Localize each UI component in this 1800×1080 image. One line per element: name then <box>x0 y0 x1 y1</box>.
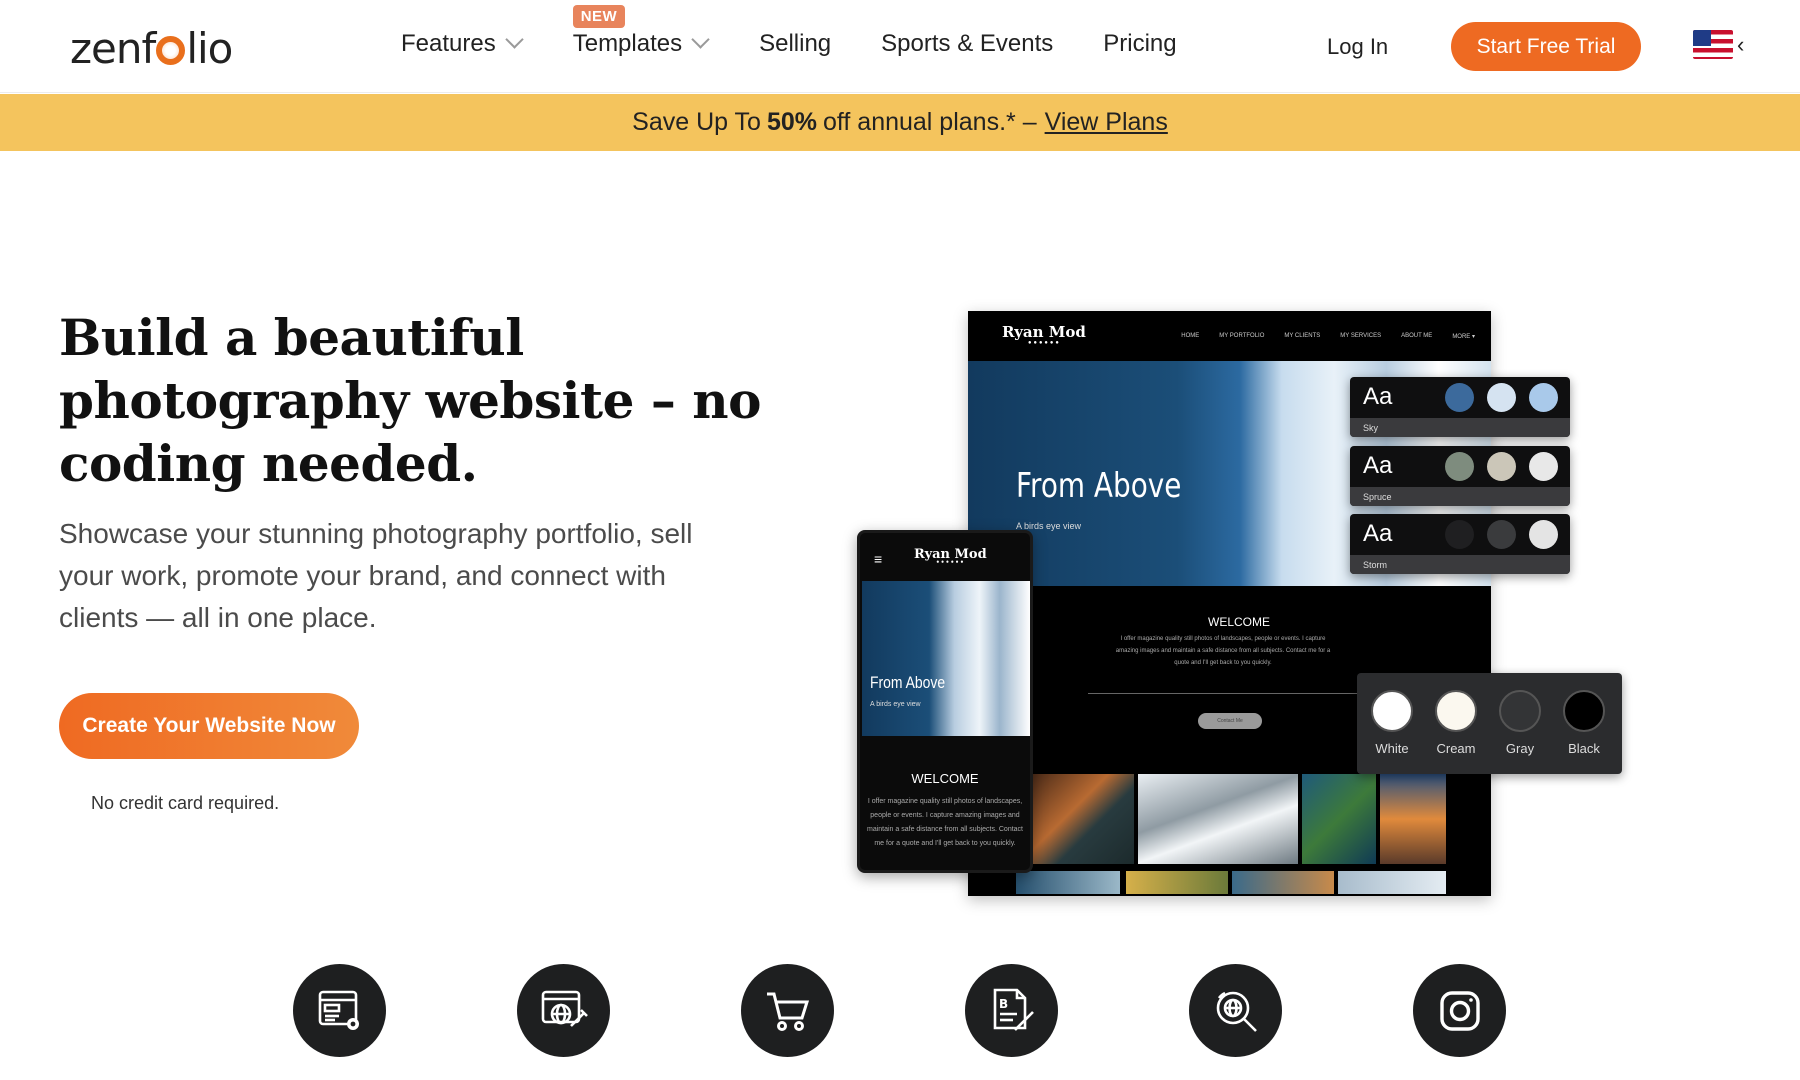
mockup-link: MORE ▾ <box>1452 334 1475 340</box>
theme-color-dot <box>1445 383 1474 412</box>
phone-hero-image: From Above A birds eye view <box>862 581 1030 736</box>
gallery-thumb-snow-road <box>1138 774 1298 864</box>
mockup-contact-button: Contact Me <box>1198 713 1262 729</box>
mockup-link: MY PORTFOLIO <box>1219 333 1265 339</box>
mockup-link: HOME <box>1181 333 1200 339</box>
start-free-trial-button[interactable]: Start Free Trial <box>1451 22 1641 71</box>
phone-brand: Ryan Mod <box>914 547 987 566</box>
menu-sports-label: Sports & Events <box>881 30 1054 57</box>
theme-name: Spruce <box>1350 487 1570 506</box>
gallery-thumb-row2 <box>1338 871 1446 894</box>
mockup-welcome: WELCOME <box>1208 615 1271 629</box>
swatch-white[interactable] <box>1371 690 1413 732</box>
mockup-link: ABOUT ME <box>1401 333 1433 339</box>
promo-suffix: off annual plans.* – <box>823 108 1037 136</box>
theme-color-dot <box>1487 452 1516 481</box>
menu-item-templates[interactable]: NEW Templates <box>572 5 710 58</box>
phone-hero-subtitle: A birds eye view <box>870 701 921 708</box>
mockup-brand: Ryan Mod <box>1002 323 1086 347</box>
logo-text-part2: f <box>141 23 157 73</box>
view-plans-link[interactable]: View Plans <box>1045 108 1168 137</box>
login-link[interactable]: Log In <box>1327 34 1388 60</box>
menu-templates-label: Templates <box>572 30 683 57</box>
mockup-links: HOME MY PORTFOLIO MY CLIENTS MY SERVICES… <box>1181 333 1475 340</box>
theme-color-dot <box>1529 383 1558 412</box>
blog-edit-icon[interactable]: B <box>965 964 1058 1057</box>
top-nav: zen f lio Features NEW Templates Selling S… <box>0 0 1800 93</box>
mockup-link: MY SERVICES <box>1340 333 1382 339</box>
gallery-thumb-sunset-bridge <box>1380 774 1446 864</box>
hero-lead: Showcase your stunning photography portf… <box>59 518 693 633</box>
theme-font-sample: Aa <box>1363 452 1393 479</box>
theme-color-dot <box>1529 452 1558 481</box>
seo-search-icon[interactable] <box>1189 964 1282 1057</box>
menu-features-label: Features <box>401 30 496 57</box>
theme-font-sample: Aa <box>1363 383 1393 410</box>
menu-pricing-label: Pricing <box>1103 30 1177 57</box>
swatch-cream[interactable] <box>1435 690 1477 732</box>
mockup-link: MY CLIENTS <box>1284 333 1321 339</box>
theme-color-dot <box>1445 452 1474 481</box>
swatch-black[interactable] <box>1563 690 1605 732</box>
no-credit-card-note: No credit card required. <box>91 793 280 813</box>
instagram-icon[interactable] <box>1413 964 1506 1057</box>
menu-item-sports-events[interactable]: Sports & Events <box>881 30 1053 58</box>
gallery-thumb-coast <box>1302 774 1376 864</box>
hero-heading: Build a beautiful photography website – … <box>59 308 761 493</box>
chevron-down-icon <box>691 29 710 49</box>
gallery-thumb-row2 <box>1016 871 1120 894</box>
us-flag-icon[interactable] <box>1693 30 1733 59</box>
mockup-nav-bar: Ryan Mod HOME MY PORTFOLIO MY CLIENTS MY… <box>968 311 1491 361</box>
mockup-divider <box>1088 693 1378 694</box>
language-caret-icon[interactable]: ‹ <box>1737 32 1744 58</box>
theme-color-dot <box>1445 520 1474 549</box>
theme-name: Sky <box>1350 418 1570 437</box>
theme-color-dot <box>1529 520 1558 549</box>
promo-discount: 50% <box>766 108 817 136</box>
swatch-gray[interactable] <box>1499 690 1541 732</box>
menu-item-selling[interactable]: Selling <box>759 30 831 58</box>
create-website-button[interactable]: Create Your Website Now <box>59 693 359 759</box>
logo-text-part1: zen <box>70 23 143 73</box>
chevron-down-icon <box>505 29 524 49</box>
swatch-label: Gray <box>1505 741 1535 756</box>
logo-ring-icon <box>156 35 186 65</box>
theme-card-storm[interactable]: Aa Storm <box>1350 514 1570 574</box>
swatch-label: Black <box>1568 741 1600 756</box>
phone-welcome: WELCOME <box>911 771 979 786</box>
svg-text:B: B <box>999 997 1008 1011</box>
background-swatch-panel: White Cream Gray Black <box>1357 673 1622 774</box>
menu-selling-label: Selling <box>759 30 832 57</box>
promo-prefix: Save Up To <box>632 108 761 136</box>
theme-color-dot <box>1487 520 1516 549</box>
theme-card-sky[interactable]: Aa Sky <box>1350 377 1570 437</box>
theme-name: Storm <box>1350 555 1570 574</box>
menu-item-features[interactable]: Features <box>401 29 524 58</box>
hamburger-menu-icon: ≡ <box>874 551 883 567</box>
main-menu: Features NEW Templates Selling Sports & … <box>401 5 1177 58</box>
new-badge: NEW <box>572 5 626 28</box>
phone-copy: I offer magazine quality still photos of… <box>866 798 1024 847</box>
theme-color-dot <box>1487 383 1516 412</box>
logo-text-part3: lio <box>186 23 233 73</box>
promo-banner: Save Up To 50% off annual plans.* – View… <box>0 94 1800 151</box>
gallery-thumb-row2 <box>1232 871 1334 894</box>
flag-canton <box>1693 30 1711 46</box>
phone-hero-title: From Above <box>870 673 946 692</box>
web-design-icon[interactable] <box>517 964 610 1057</box>
website-settings-icon[interactable] <box>293 964 386 1057</box>
phone-mockup: ≡ Ryan Mod From Above A birds eye view W… <box>857 530 1033 873</box>
theme-font-sample: Aa <box>1363 520 1393 547</box>
gallery-thumb-bridge <box>1032 774 1134 864</box>
shopping-cart-icon[interactable] <box>741 964 834 1057</box>
theme-card-spruce[interactable]: Aa Spruce <box>1350 446 1570 506</box>
mockup-copy: I offer magazine quality still photos of… <box>1115 636 1331 666</box>
swatch-label: White <box>1375 741 1409 756</box>
gallery-thumb-row2 <box>1126 871 1228 894</box>
zenfolio-logo[interactable]: zen f lio <box>70 22 233 74</box>
page: zen f lio Features NEW Templates Selling S… <box>0 0 1800 1080</box>
mockup-hero-title: From Above <box>1016 466 1182 506</box>
menu-item-pricing[interactable]: Pricing <box>1103 30 1176 58</box>
swatch-label: Cream <box>1436 741 1476 756</box>
